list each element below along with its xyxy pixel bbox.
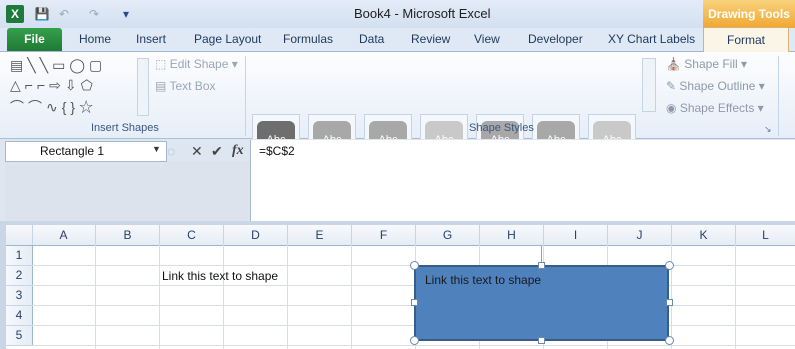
customize-qat-icon[interactable]: ▾ [118, 6, 134, 22]
window-title: Book4 - Microsoft Excel [354, 6, 491, 21]
shape-fill-button[interactable]: ⛪ Shape Fill ▾ [666, 57, 747, 71]
tab-xy-chart-labels[interactable]: XY Chart Labels [608, 32, 695, 46]
tab-file[interactable]: File [7, 28, 62, 51]
chevron-down-icon[interactable]: ▼ [152, 144, 161, 154]
shapes-row-1: ▤╲╲▭◯▢ [10, 57, 107, 73]
resize-handle-bottom-right[interactable] [665, 336, 674, 345]
save-icon[interactable]: 💾 [34, 6, 50, 22]
resize-handle-top-right[interactable] [665, 261, 674, 270]
tab-page-layout[interactable]: Page Layout [194, 32, 261, 46]
tab-data[interactable]: Data [359, 32, 384, 46]
column-header-l[interactable]: L [736, 225, 795, 245]
select-all-corner[interactable] [6, 225, 33, 245]
column-header-j[interactable]: J [608, 225, 672, 245]
dialog-launcher-icon[interactable]: ↘ [764, 124, 772, 135]
row-header-5[interactable]: 5 [6, 326, 33, 346]
name-box-value: Rectangle 1 [40, 144, 105, 158]
gridline [351, 245, 352, 349]
formula-input[interactable] [250, 140, 795, 221]
insert-shapes-group-label: Insert Shapes [91, 122, 159, 134]
tab-developer[interactable]: Developer [528, 32, 583, 46]
gridline [223, 245, 224, 349]
shape-fill-label: Shape Fill [684, 57, 738, 71]
column-header-e[interactable]: E [288, 225, 352, 245]
shape-styles-gallery: Abc Abc Abc Abc Abc Abc Abc [252, 56, 637, 166]
gridline [735, 245, 736, 349]
undo-icon[interactable]: ↶ [56, 6, 72, 22]
column-header-d[interactable]: D [224, 225, 288, 245]
row-header-4[interactable]: 4 [6, 306, 33, 326]
text-box-button[interactable]: ▤ Text Box [155, 79, 216, 93]
edit-shape-label: Edit Shape [169, 57, 229, 71]
column-header-i[interactable]: I [544, 225, 608, 245]
shape-styles-group-label: Shape Styles [469, 122, 534, 134]
text-box-icon: ▤ [155, 79, 167, 93]
text-box-label: Text Box [169, 79, 216, 93]
gridline [95, 245, 96, 349]
edit-shape-icon: ⬚ [155, 57, 167, 71]
shape-outline-button[interactable]: ✎ Shape Outline ▾ [666, 79, 765, 93]
column-header-h[interactable]: H [480, 225, 544, 245]
cancel-icon[interactable]: ✕ [191, 143, 203, 160]
column-header-k[interactable]: K [672, 225, 736, 245]
shapes-gallery[interactable]: ▤╲╲▭◯▢ △⌐⌐⇨⇩⬠ ⌒⌒∿{}☆ [10, 57, 134, 115]
tab-format[interactable]: Format [703, 27, 789, 53]
insert-function-icon[interactable]: fx [232, 143, 244, 159]
tab-view[interactable]: View [474, 32, 500, 46]
resize-handle-top[interactable] [538, 262, 545, 269]
column-header-b[interactable]: B [96, 225, 160, 245]
column-header-a[interactable]: A [32, 225, 96, 245]
group-separator [778, 56, 779, 136]
resize-handle-bottom-left[interactable] [410, 336, 419, 345]
row-header-2[interactable]: 2 [6, 266, 33, 286]
formula-value: =$C$2 [259, 144, 295, 158]
shapes-row-2: △⌐⌐⇨⇩⬠ [10, 77, 97, 93]
formula-bar-handle-icon[interactable]: ◌ [167, 143, 175, 159]
row-header-1[interactable]: 1 [6, 246, 33, 266]
tab-insert[interactable]: Insert [136, 32, 166, 46]
tab-review[interactable]: Review [411, 32, 450, 46]
pen-icon: ✎ [666, 79, 677, 93]
excel-app-icon[interactable]: X [6, 5, 24, 23]
column-header-c[interactable]: C [160, 225, 224, 245]
resize-handle-left[interactable] [411, 299, 418, 306]
edit-shape-button[interactable]: ⬚ Edit Shape ▾ [155, 57, 238, 71]
shape-effects-label: Shape Effects [679, 101, 755, 115]
contextual-tab-group-label: Drawing Tools [703, 0, 795, 28]
shapes-row-3: ⌒⌒∿{}☆ [10, 99, 98, 115]
resize-handle-right[interactable] [666, 299, 673, 306]
tab-formulas[interactable]: Formulas [283, 32, 333, 46]
row-header-3[interactable]: 3 [6, 286, 33, 306]
cell-c2[interactable]: Link this text to shape [162, 269, 278, 283]
redo-icon[interactable]: ↷ [86, 6, 102, 22]
enter-check-icon[interactable]: ✔ [211, 143, 223, 160]
resize-handle-bottom[interactable] [538, 337, 545, 344]
shape-styles-gallery-scroll[interactable] [642, 58, 656, 112]
resize-handle-top-left[interactable] [410, 261, 419, 270]
shape-text[interactable]: Link this text to shape [425, 273, 541, 287]
column-header-g[interactable]: G [416, 225, 480, 245]
shapes-gallery-scroll[interactable] [137, 58, 149, 116]
column-header-f[interactable]: F [352, 225, 416, 245]
paint-bucket-icon: ⛪ [666, 57, 681, 71]
name-box-area [5, 161, 250, 221]
gridline [159, 245, 160, 349]
gridline [32, 345, 795, 346]
gridline [287, 245, 288, 349]
shape-effects-button[interactable]: ◉ Shape Effects ▾ [666, 101, 764, 115]
shape-outline-label: Shape Outline [679, 79, 756, 93]
group-separator [245, 56, 246, 136]
shape-effects-icon: ◉ [666, 101, 677, 115]
tab-home[interactable]: Home [79, 32, 111, 46]
